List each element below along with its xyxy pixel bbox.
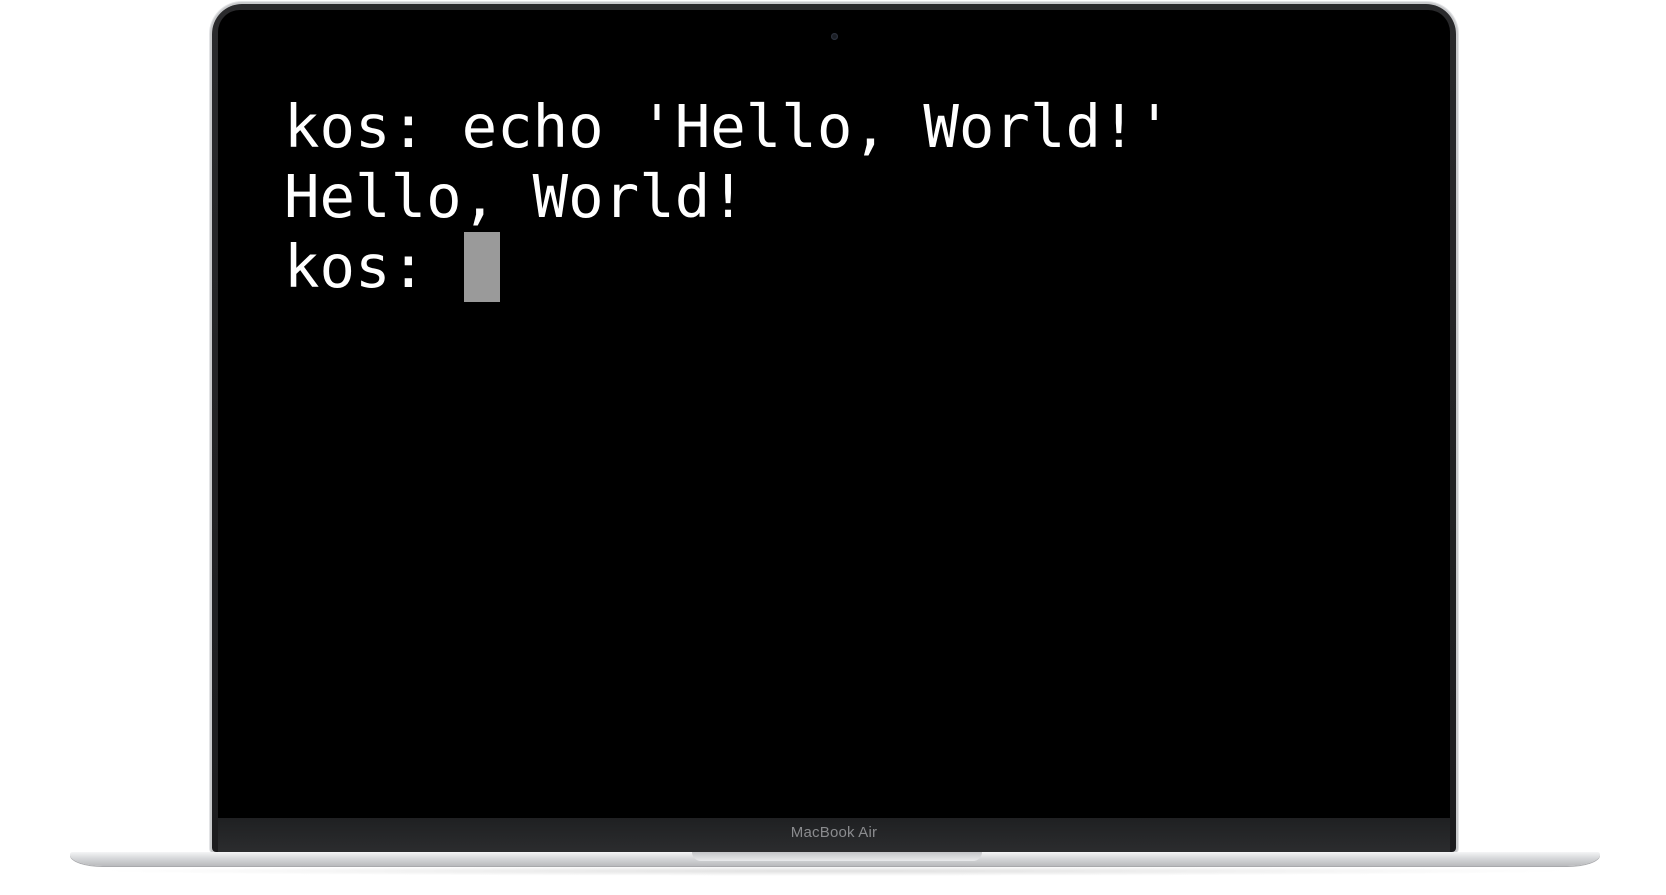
terminal-line-text: kos: echo 'Hello, World!' — [284, 92, 1173, 161]
model-label: MacBook Air — [790, 824, 878, 841]
laptop-opening-notch — [692, 852, 982, 861]
terminal-line-command: kos: echo 'Hello, World!' — [284, 92, 1172, 162]
terminal-line-text: Hello, World! — [284, 162, 746, 231]
terminal-prompt-line[interactable]: kos: — [284, 232, 1172, 302]
terminal-cursor[interactable] — [463, 232, 500, 302]
camera-icon — [831, 33, 838, 40]
laptop-mockup: kos: echo 'Hello, World!' Hello, World! … — [0, 0, 1666, 895]
terminal-output[interactable]: kos: echo 'Hello, World!' Hello, World! … — [284, 92, 1172, 302]
terminal-prompt: kos: — [284, 232, 462, 301]
laptop-shadow — [90, 866, 1580, 876]
terminal-screen[interactable]: kos: echo 'Hello, World!' Hello, World! … — [218, 10, 1450, 818]
terminal-line-output: Hello, World! — [284, 162, 1172, 232]
laptop-chin: MacBook Air — [218, 818, 1450, 852]
